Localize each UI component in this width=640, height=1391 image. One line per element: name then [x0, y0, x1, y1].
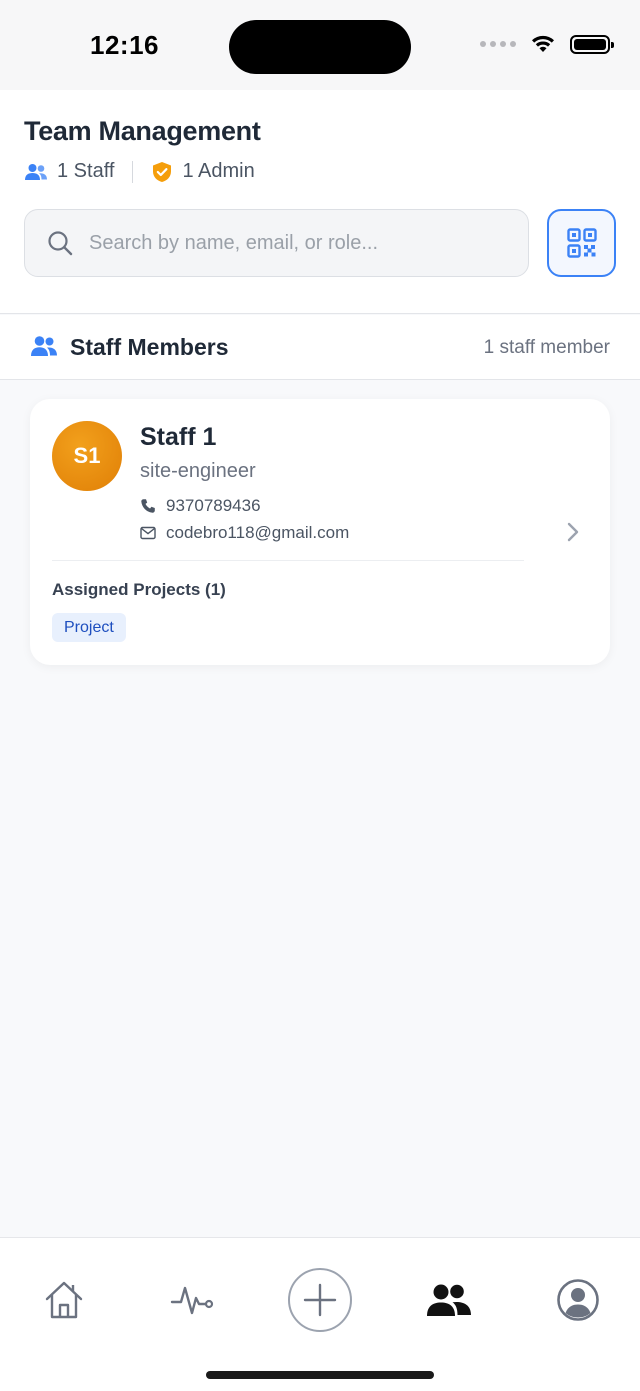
avatar: S1: [52, 421, 122, 491]
staff-email: codebro118@gmail.com: [140, 523, 349, 543]
activity-icon: [170, 1286, 214, 1315]
team-stats: 1 Staff 1 Admin: [24, 160, 255, 183]
admin-stat: 1 Admin: [151, 160, 255, 183]
cellular-signal-icon: [480, 41, 516, 47]
qr-code-icon: [566, 228, 597, 258]
staff-card[interactable]: S1 Staff 1 site-engineer 9370789436 code…: [30, 399, 610, 665]
wifi-icon: [532, 35, 554, 52]
admin-count: 1 Admin: [182, 160, 255, 182]
project-chip[interactable]: Project: [52, 613, 126, 642]
email-address: codebro118@gmail.com: [166, 523, 350, 542]
phone-number: 9370789436: [166, 496, 261, 515]
staff-count: 1 Staff: [57, 160, 115, 182]
mail-icon: [140, 526, 156, 540]
battery-icon: [570, 34, 614, 54]
home-indicator: [206, 1371, 434, 1379]
page-header: Team Management 1 Staff 1 Admin: [0, 90, 640, 314]
staff-role: site-engineer: [140, 460, 256, 482]
tab-profile[interactable]: [536, 1258, 620, 1342]
staff-count-label: 1 staff member: [483, 337, 610, 358]
shield-check-icon: [153, 161, 172, 182]
dynamic-island: [229, 20, 411, 74]
tab-add[interactable]: [278, 1258, 362, 1342]
plus-icon: [303, 1283, 337, 1317]
tab-home[interactable]: [22, 1258, 106, 1342]
page-title: Team Management: [24, 116, 261, 146]
staff-phone: 9370789436: [140, 496, 261, 516]
search-icon: [48, 231, 73, 256]
search-input[interactable]: [89, 231, 509, 255]
phone-icon: [141, 499, 155, 513]
add-button[interactable]: [288, 1268, 352, 1332]
status-time: 12:16: [90, 30, 159, 60]
team-icon: [427, 1284, 471, 1316]
staff-stat: 1 Staff: [24, 160, 114, 183]
card-divider: [52, 560, 524, 561]
status-bar: 12:16: [0, 0, 640, 90]
tab-bar: [0, 1237, 640, 1391]
profile-icon: [557, 1279, 599, 1321]
assigned-projects-label: Assigned Projects (1): [52, 580, 226, 599]
people-icon: [25, 163, 47, 180]
home-icon: [45, 1281, 83, 1319]
status-indicators: [480, 34, 614, 54]
staff-name: Staff 1: [140, 423, 217, 451]
search-bar[interactable]: [24, 209, 529, 277]
staff-section-header: Staff Members 1 staff member: [0, 315, 640, 380]
chevron-right-icon[interactable]: [566, 521, 580, 543]
stat-divider: [132, 160, 134, 183]
tab-team[interactable]: [407, 1258, 491, 1342]
people-icon: [31, 336, 57, 356]
tab-activity[interactable]: [151, 1258, 235, 1342]
qr-scan-button[interactable]: [547, 209, 616, 277]
section-title: Staff Members: [70, 334, 229, 360]
